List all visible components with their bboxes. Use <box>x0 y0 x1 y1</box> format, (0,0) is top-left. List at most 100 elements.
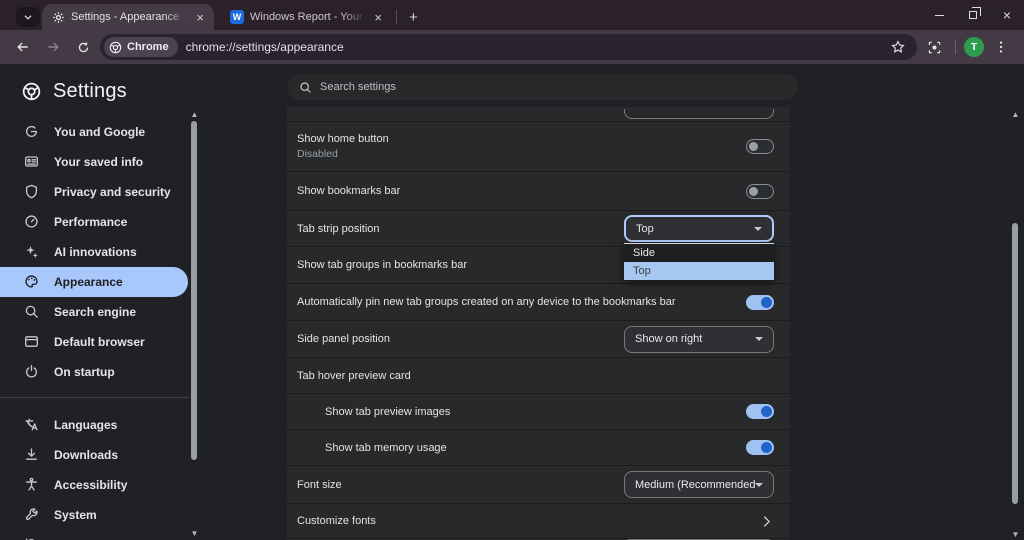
address-bar[interactable]: Chrome chrome://settings/appearance <box>100 34 917 60</box>
sidebar-item-appearance[interactable]: Appearance <box>0 267 188 297</box>
browser-menu-button[interactable] <box>988 34 1014 60</box>
scroll-down-icon[interactable]: ▼ <box>1011 530 1020 539</box>
row-show-tab-memory-usage: Show tab memory usage <box>287 429 790 465</box>
sidebar-item-search-engine[interactable]: Search engine <box>0 297 188 327</box>
row-label: Customize fonts <box>297 515 749 527</box>
sidebar-item-performance[interactable]: Performance <box>0 207 188 237</box>
sidebar-item-label: Appearance <box>54 275 123 289</box>
content-scrollbar[interactable]: ▲ ▼ <box>1011 64 1020 540</box>
row-side-panel-position: Side panel position Show on right <box>287 320 790 357</box>
select-font-size[interactable]: Medium (Recommended) <box>624 471 774 498</box>
row-label: Show home button <box>297 133 736 145</box>
open-dropdown-list: SideTop <box>624 243 774 280</box>
row-label: Show tab memory usage <box>325 442 736 454</box>
magnifier-icon <box>24 304 40 320</box>
appearance-settings-list: Show home buttonDisabledShow bookmarks b… <box>287 107 790 540</box>
scroll-up-icon[interactable]: ▲ <box>1011 110 1020 119</box>
dropdown-option-side[interactable]: Side <box>624 244 774 262</box>
scrollbar-thumb[interactable] <box>1012 223 1018 504</box>
sidebar-item-label: AI innovations <box>54 245 137 259</box>
tabstrip-separator <box>396 10 397 24</box>
sidebar-item-languages[interactable]: Languages <box>0 410 188 440</box>
select-side-panel-position[interactable]: Show on right <box>624 326 774 353</box>
row-tab-strip-position: Tab strip positionTopSideTop <box>287 210 790 246</box>
sidebar-scrollbar[interactable]: ▲ ▼ <box>190 64 199 540</box>
caret-down-icon <box>755 337 763 341</box>
lens-button[interactable] <box>921 34 947 60</box>
row-label: Side panel position <box>297 333 614 345</box>
tab-close-icon[interactable]: × <box>194 11 206 24</box>
tab-search-button[interactable] <box>16 7 40 27</box>
palette-icon <box>24 274 40 290</box>
toggle-show-home-button[interactable] <box>746 139 774 154</box>
sidebar-item-your-saved-info[interactable]: Your saved info <box>0 147 188 177</box>
sidebar-item-system[interactable]: System <box>0 500 188 530</box>
sidebar-item-label: Languages <box>54 418 117 432</box>
minimize-button[interactable] <box>922 0 956 30</box>
forward-button[interactable] <box>40 34 66 60</box>
gear-icon <box>52 11 65 24</box>
page-title: Settings <box>53 80 127 103</box>
sidebar-item-privacy-and-security[interactable]: Privacy and security <box>0 177 188 207</box>
id-card-icon <box>24 154 40 170</box>
settings-main: Search settings Show home buttonDisabled… <box>199 64 1024 540</box>
scrollbar-thumb[interactable] <box>191 121 197 460</box>
sidebar-item-accessibility[interactable]: Accessibility <box>0 470 188 500</box>
google-g-icon <box>24 124 40 140</box>
row-show-home-button: Show home buttonDisabled <box>287 121 790 171</box>
close-button[interactable]: × <box>990 0 1024 30</box>
select-tab-strip-position[interactable]: Top <box>624 215 774 242</box>
scroll-down-icon[interactable]: ▼ <box>190 529 199 538</box>
toggle-knob <box>761 442 772 453</box>
toggle-knob <box>749 142 758 151</box>
chevron-down-icon <box>23 12 33 22</box>
tab-settings-appearance[interactable]: Settings - Appearance × <box>42 4 214 30</box>
reload-button[interactable] <box>70 34 96 60</box>
settings-page: Settings You and Google Your saved info Pr… <box>0 64 1024 540</box>
toggle-automatically-pin-new-tab-groups-created-on-any-device-to-the-bookmarks-bar[interactable] <box>746 295 774 310</box>
row-customize-fonts[interactable]: Customize fonts <box>287 503 790 538</box>
new-tab-button[interactable]: + <box>403 9 424 26</box>
sidebar-item-downloads[interactable]: Downloads <box>0 440 188 470</box>
bookmark-button[interactable] <box>889 34 907 60</box>
lens-icon <box>927 40 942 55</box>
arrow-right-icon <box>46 40 60 54</box>
toggle-show-tab-preview-images[interactable] <box>746 404 774 419</box>
row-label: Font size <box>297 479 614 491</box>
site-chip[interactable]: Chrome <box>104 37 178 57</box>
toggle-show-bookmarks-bar[interactable] <box>746 184 774 199</box>
sidebar-item-label: Search engine <box>54 305 136 319</box>
sidebar-divider <box>0 397 190 398</box>
kebab-icon <box>994 40 1008 54</box>
dropdown-option-top[interactable]: Top <box>624 262 774 280</box>
sidebar-item-you-and-google[interactable]: You and Google <box>0 117 188 147</box>
sidebar-item-label: You and Google <box>54 125 145 139</box>
restore-button[interactable] <box>956 0 990 30</box>
row-label: Automatically pin new tab groups created… <box>297 296 736 308</box>
profile-avatar[interactable]: T <box>964 37 984 57</box>
shield-icon <box>24 184 40 200</box>
tab-close-icon[interactable]: × <box>372 11 384 24</box>
sidebar-item-label: Your saved info <box>54 155 143 169</box>
site-chip-label: Chrome <box>127 41 169 53</box>
tab-windows-report[interactable]: W Windows Report - Your go-to s × <box>220 4 392 30</box>
download-icon <box>24 447 40 463</box>
windows-report-favicon: W <box>230 10 244 24</box>
select-value: Medium (Recommended) <box>635 479 755 491</box>
toggle-knob <box>749 187 758 196</box>
row-show-bookmarks-bar: Show bookmarks bar <box>287 171 790 210</box>
search-settings-input[interactable]: Search settings <box>287 74 798 100</box>
sidebar-item-reset-settings[interactable]: Reset settings <box>0 530 188 540</box>
scroll-up-icon[interactable]: ▲ <box>190 110 199 119</box>
back-button[interactable] <box>10 34 36 60</box>
window-controls: × <box>922 0 1024 30</box>
sidebar-item-ai-innovations[interactable]: AI innovations <box>0 237 188 267</box>
titlebar: Settings - Appearance × W Windows Report… <box>0 0 1024 30</box>
toggle-show-tab-memory-usage[interactable] <box>746 440 774 455</box>
sidebar-item-default-browser[interactable]: Default browser <box>0 327 188 357</box>
settings-sidebar: Settings You and Google Your saved info Pr… <box>0 64 190 540</box>
search-icon <box>299 81 312 94</box>
minimize-icon <box>935 15 944 16</box>
sidebar-item-on-startup[interactable]: On startup <box>0 357 188 387</box>
wrench-icon <box>24 507 40 523</box>
